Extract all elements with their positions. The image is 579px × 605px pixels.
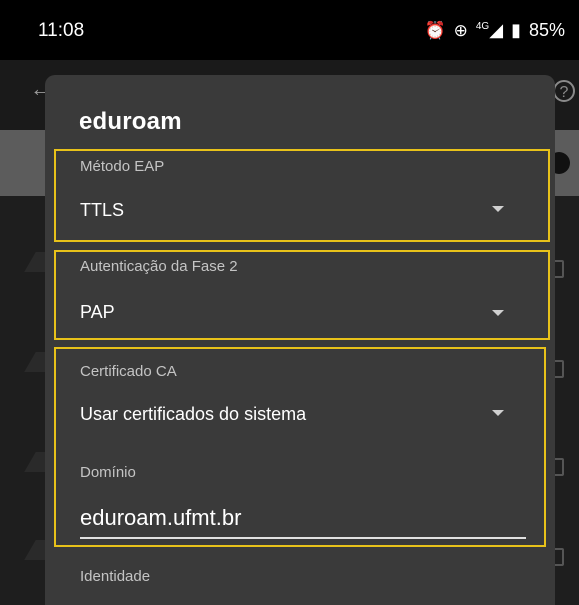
help-icon[interactable]: ? xyxy=(553,80,575,102)
identity-label: Identidade xyxy=(80,568,151,585)
phase2-auth-value[interactable]: PAP xyxy=(80,302,115,323)
chevron-down-icon[interactable] xyxy=(492,410,504,416)
domain-input-underline xyxy=(80,537,526,539)
alarm-icon: ⏰ xyxy=(424,20,446,40)
eap-method-label: Método EAP xyxy=(80,158,165,175)
status-icons: ⏰ ⊕ 4G◢ ▮ 85% xyxy=(424,20,565,41)
chevron-down-icon[interactable] xyxy=(492,206,504,212)
battery-percent: 85% xyxy=(528,20,565,40)
signal-4g-icon: 4G◢ xyxy=(475,20,504,40)
battery-icon: ▮ xyxy=(511,20,521,40)
network-type: 4G xyxy=(475,21,490,32)
chevron-down-icon[interactable] xyxy=(492,310,504,316)
eap-method-value[interactable]: TTLS xyxy=(80,200,124,221)
domain-input[interactable]: eduroam.ufmt.br xyxy=(80,505,241,531)
ca-cert-label: Certificado CA xyxy=(80,363,177,380)
data-saver-icon: ⊕ xyxy=(453,20,468,40)
phase2-auth-label: Autenticação da Fase 2 xyxy=(80,258,238,275)
ca-cert-value[interactable]: Usar certificados do sistema xyxy=(80,404,306,425)
status-time: 11:08 xyxy=(38,20,85,41)
status-bar: 11:08 ⏰ ⊕ 4G◢ ▮ 85% xyxy=(0,0,579,60)
dialog-title: eduroam xyxy=(79,108,182,135)
domain-label: Domínio xyxy=(80,464,136,481)
